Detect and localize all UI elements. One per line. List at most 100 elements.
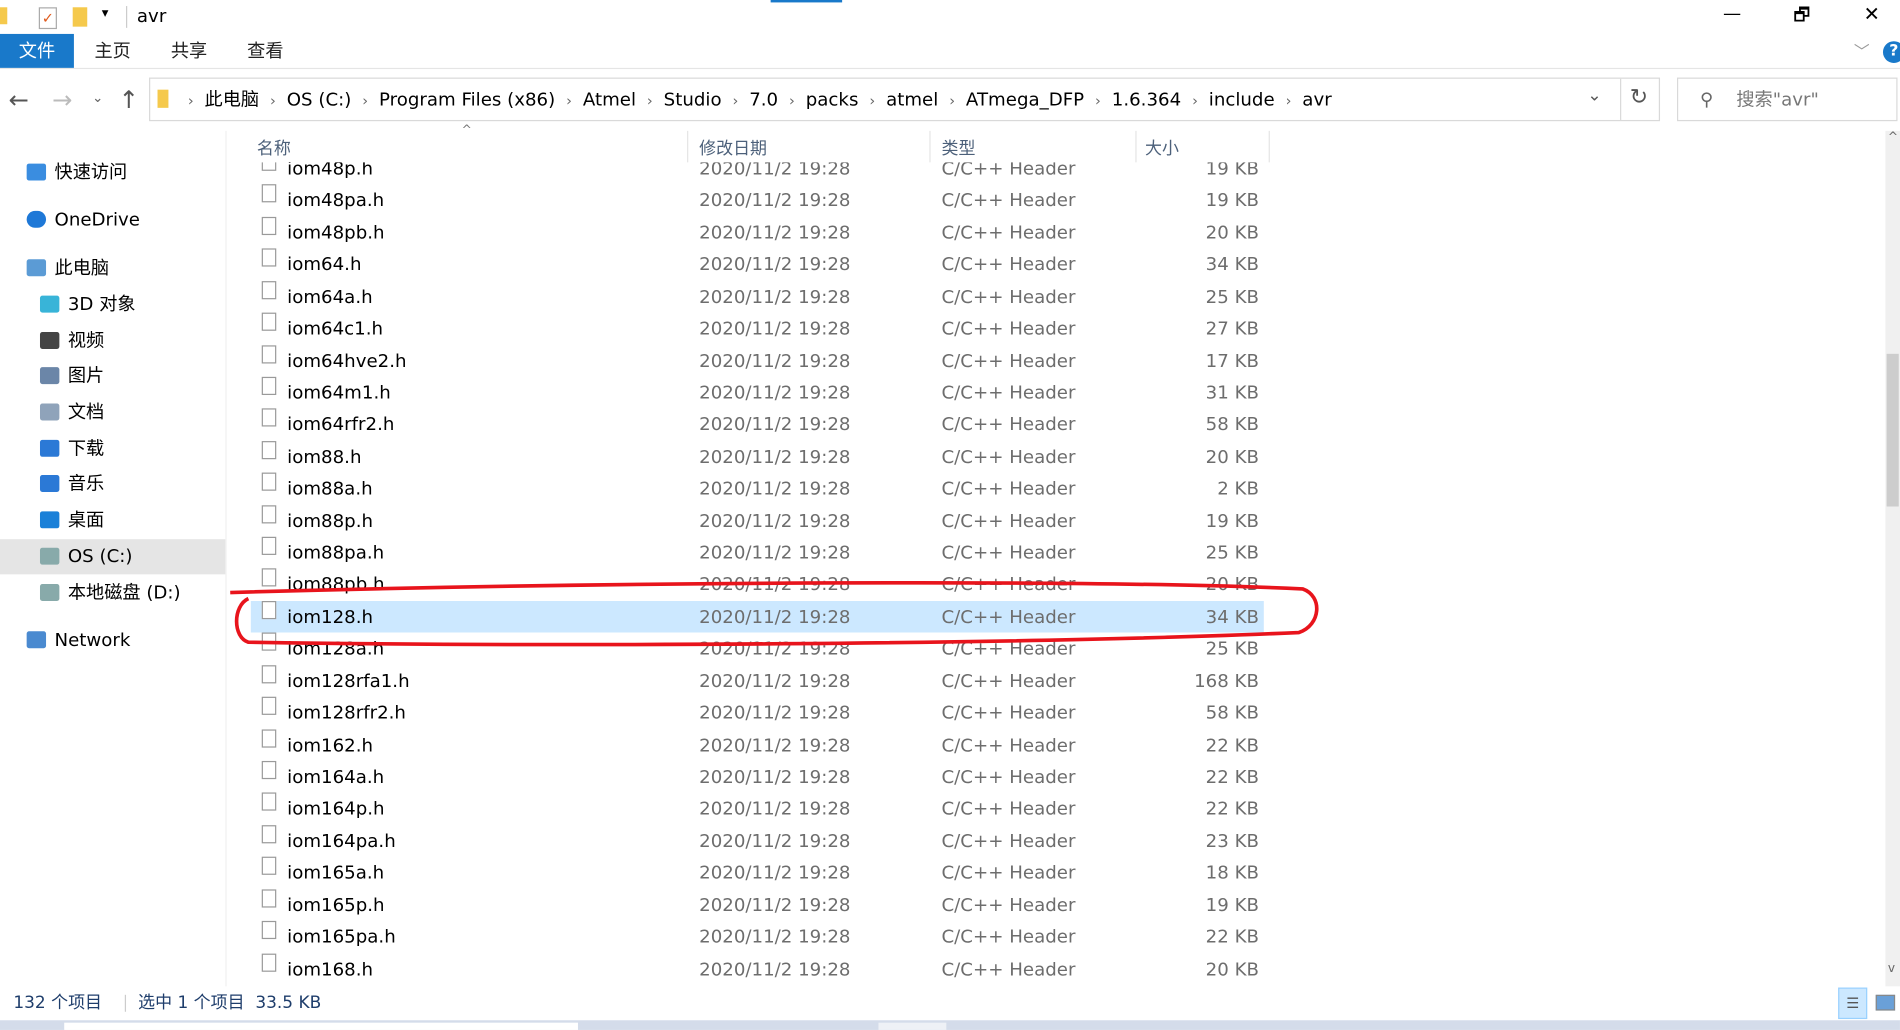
breadcrumb-item[interactable]: ATmega_DFP xyxy=(966,88,1084,110)
nav-item[interactable]: 图片 xyxy=(0,359,225,394)
file-row[interactable]: iom128rfa1.h 2020/11/2 19:28 C/C++ Header 1… xyxy=(251,664,1264,697)
column-divider[interactable] xyxy=(929,130,931,163)
file-row[interactable]: iom88pa.h 2020/11/2 19:28 C/C++ Header 25 K… xyxy=(251,536,1264,569)
up-button[interactable]: ↑ xyxy=(119,85,139,114)
file-row[interactable]: iom88.h 2020/11/2 19:28 C/C++ Header 20 KB xyxy=(251,440,1264,473)
breadcrumb-item[interactable]: OS (C:) xyxy=(287,88,352,110)
tab-share[interactable]: 共享 xyxy=(161,34,217,68)
column-divider[interactable] xyxy=(1268,130,1270,163)
breadcrumb-separator-icon[interactable]: › xyxy=(949,92,955,109)
breadcrumb-separator-icon[interactable]: › xyxy=(362,92,368,109)
tab-view[interactable]: 查看 xyxy=(237,34,293,68)
column-header-date[interactable]: 修改日期 xyxy=(699,136,767,163)
nav-item[interactable]: 音乐 xyxy=(0,467,225,502)
breadcrumb-item[interactable]: 此电脑 xyxy=(205,88,260,110)
column-divider[interactable] xyxy=(687,130,689,163)
file-row[interactable]: iom64a.h 2020/11/2 19:28 C/C++ Header 25 KB xyxy=(251,280,1264,313)
column-divider[interactable] xyxy=(1135,130,1137,163)
expand-ribbon-icon[interactable]: ﹀ xyxy=(1854,39,1870,62)
nav-item[interactable]: OneDrive xyxy=(0,202,225,237)
file-row[interactable]: iom64.h 2020/11/2 19:28 C/C++ Header 34 KB xyxy=(251,248,1264,281)
tab-file[interactable]: 文件 xyxy=(0,33,74,68)
breadcrumb-separator-icon[interactable]: › xyxy=(789,92,795,109)
quick-access-dropdown-icon[interactable]: ▾ xyxy=(102,5,109,21)
details-view-button[interactable]: ☰ xyxy=(1838,987,1868,1020)
scroll-up-icon[interactable]: ^ xyxy=(1888,131,1898,144)
breadcrumb-separator-icon[interactable]: › xyxy=(1095,92,1101,109)
taskbar-window[interactable] xyxy=(878,1022,947,1030)
nav-item[interactable]: 本地磁盘 (D:) xyxy=(0,576,225,611)
file-row[interactable]: iom164a.h 2020/11/2 19:28 C/C++ Header 22 K… xyxy=(251,760,1264,793)
file-row[interactable]: iom164p.h 2020/11/2 19:28 C/C++ Header 22 K… xyxy=(251,792,1264,825)
breadcrumb-separator-icon[interactable]: › xyxy=(732,92,738,109)
column-header-type[interactable]: 类型 xyxy=(941,136,975,163)
scroll-down-icon[interactable]: v xyxy=(1888,962,1895,975)
breadcrumb-separator-icon[interactable]: › xyxy=(647,92,653,109)
breadcrumb-item[interactable]: 1.6.364 xyxy=(1112,88,1181,110)
breadcrumb-item[interactable]: Program Files (x86) xyxy=(379,88,555,110)
file-row[interactable]: iom162.h 2020/11/2 19:28 C/C++ Header 22 KB xyxy=(251,728,1264,761)
file-row[interactable]: iom165pa.h 2020/11/2 19:28 C/C++ Header 22 … xyxy=(251,920,1264,953)
file-row[interactable]: iom48p.h 2020/11/2 19:28 C/C++ Header 19 KB xyxy=(251,162,1264,184)
taskbar-window[interactable] xyxy=(64,1022,578,1030)
refresh-button[interactable]: ↻ xyxy=(1630,85,1648,110)
breadcrumb-separator-icon[interactable]: › xyxy=(188,92,194,109)
breadcrumb-separator-icon[interactable]: › xyxy=(1286,92,1292,109)
nav-item[interactable]: 下载 xyxy=(0,431,225,466)
breadcrumb-item[interactable]: 7.0 xyxy=(749,88,778,110)
file-row[interactable]: iom88pb.h 2020/11/2 19:28 C/C++ Header 20 K… xyxy=(251,568,1264,601)
breadcrumb-separator-icon[interactable]: › xyxy=(869,92,875,109)
breadcrumb-separator-icon[interactable]: › xyxy=(566,92,572,109)
divider xyxy=(225,130,227,987)
file-row[interactable]: iom165p.h 2020/11/2 19:28 C/C++ Header 19 K… xyxy=(251,888,1264,921)
file-row[interactable]: iom164pa.h 2020/11/2 19:28 C/C++ Header 23 … xyxy=(251,824,1264,857)
column-header-name[interactable]: 名称 xyxy=(257,136,291,163)
help-icon[interactable]: ? xyxy=(1882,41,1900,64)
file-row[interactable]: iom128.h 2020/11/2 19:28 C/C++ Header 34 KB xyxy=(250,600,1264,633)
file-row[interactable]: iom88a.h 2020/11/2 19:28 C/C++ Header 2 KB xyxy=(251,472,1264,505)
address-dropdown-icon[interactable]: ⌄ xyxy=(1587,86,1601,105)
close-button[interactable]: ✕ xyxy=(1864,2,1880,25)
nav-item[interactable]: 3D 对象 xyxy=(0,287,225,322)
file-row[interactable]: iom48pb.h 2020/11/2 19:28 C/C++ Header 20 K… xyxy=(251,216,1264,249)
nav-item[interactable]: 此电脑 xyxy=(0,251,225,286)
nav-item[interactable]: 视频 xyxy=(0,324,225,359)
forward-button[interactable]: → xyxy=(52,85,72,114)
column-header-size[interactable]: 大小 xyxy=(1145,136,1179,163)
breadcrumb-item[interactable]: avr xyxy=(1302,88,1331,110)
scrollbar-thumb[interactable] xyxy=(1886,353,1899,507)
nav-item[interactable]: 文档 xyxy=(0,395,225,430)
breadcrumb-item[interactable]: Atmel xyxy=(583,88,636,110)
file-row[interactable]: iom64c1.h 2020/11/2 19:28 C/C++ Header 27 K… xyxy=(251,312,1264,345)
file-row[interactable]: iom128rfr2.h 2020/11/2 19:28 C/C++ Header 5… xyxy=(251,696,1264,729)
properties-icon[interactable]: ✓ xyxy=(38,7,57,30)
file-row[interactable]: iom64hve2.h 2020/11/2 19:28 C/C++ Header 17… xyxy=(251,344,1264,377)
file-row[interactable]: iom64m1.h 2020/11/2 19:28 C/C++ Header 31 K… xyxy=(251,376,1264,409)
file-row[interactable]: iom168.h 2020/11/2 19:28 C/C++ Header 20 KB xyxy=(251,953,1264,985)
breadcrumb-item[interactable]: Studio xyxy=(664,88,722,110)
minimize-button[interactable]: — xyxy=(1723,2,1741,24)
nav-item[interactable]: OS (C:) xyxy=(0,539,226,575)
breadcrumb-separator-icon[interactable]: › xyxy=(1192,92,1198,109)
maximize-button[interactable]: 🗗 xyxy=(1793,2,1810,32)
file-row[interactable]: iom88p.h 2020/11/2 19:28 C/C++ Header 19 KB xyxy=(251,504,1264,537)
file-row[interactable]: iom165a.h 2020/11/2 19:28 C/C++ Header 18 K… xyxy=(251,856,1264,889)
back-button[interactable]: ← xyxy=(8,85,28,114)
nav-item[interactable]: Network xyxy=(0,623,225,658)
file-row[interactable]: iom64rfr2.h 2020/11/2 19:28 C/C++ Header 58… xyxy=(251,408,1264,441)
breadcrumb-separator-icon[interactable]: › xyxy=(270,92,276,109)
search-input[interactable]: ⚲ 搜索"avr" xyxy=(1676,77,1898,122)
breadcrumb-item[interactable]: packs xyxy=(806,88,859,110)
tab-home[interactable]: 主页 xyxy=(85,34,141,68)
vertical-scrollbar[interactable]: ^ v xyxy=(1885,130,1900,987)
recent-locations-icon[interactable]: ⌄ xyxy=(92,90,103,106)
address-bar[interactable]: › 此电脑 › OS (C:) › Program Files (x86) › Atmel › S… xyxy=(149,77,1661,122)
breadcrumb-item[interactable]: atmel xyxy=(886,88,938,110)
breadcrumb-item[interactable]: include xyxy=(1209,88,1275,110)
nav-item[interactable]: 桌面 xyxy=(0,503,225,538)
file-row[interactable]: iom48pa.h 2020/11/2 19:28 C/C++ Header 19 K… xyxy=(251,184,1264,217)
nav-item[interactable]: 快速访问 xyxy=(0,155,225,190)
file-row[interactable]: iom128a.h 2020/11/2 19:28 C/C++ Header 25 K… xyxy=(251,632,1264,665)
new-folder-icon[interactable] xyxy=(72,7,88,27)
large-icons-view-button[interactable] xyxy=(1875,994,1896,1011)
